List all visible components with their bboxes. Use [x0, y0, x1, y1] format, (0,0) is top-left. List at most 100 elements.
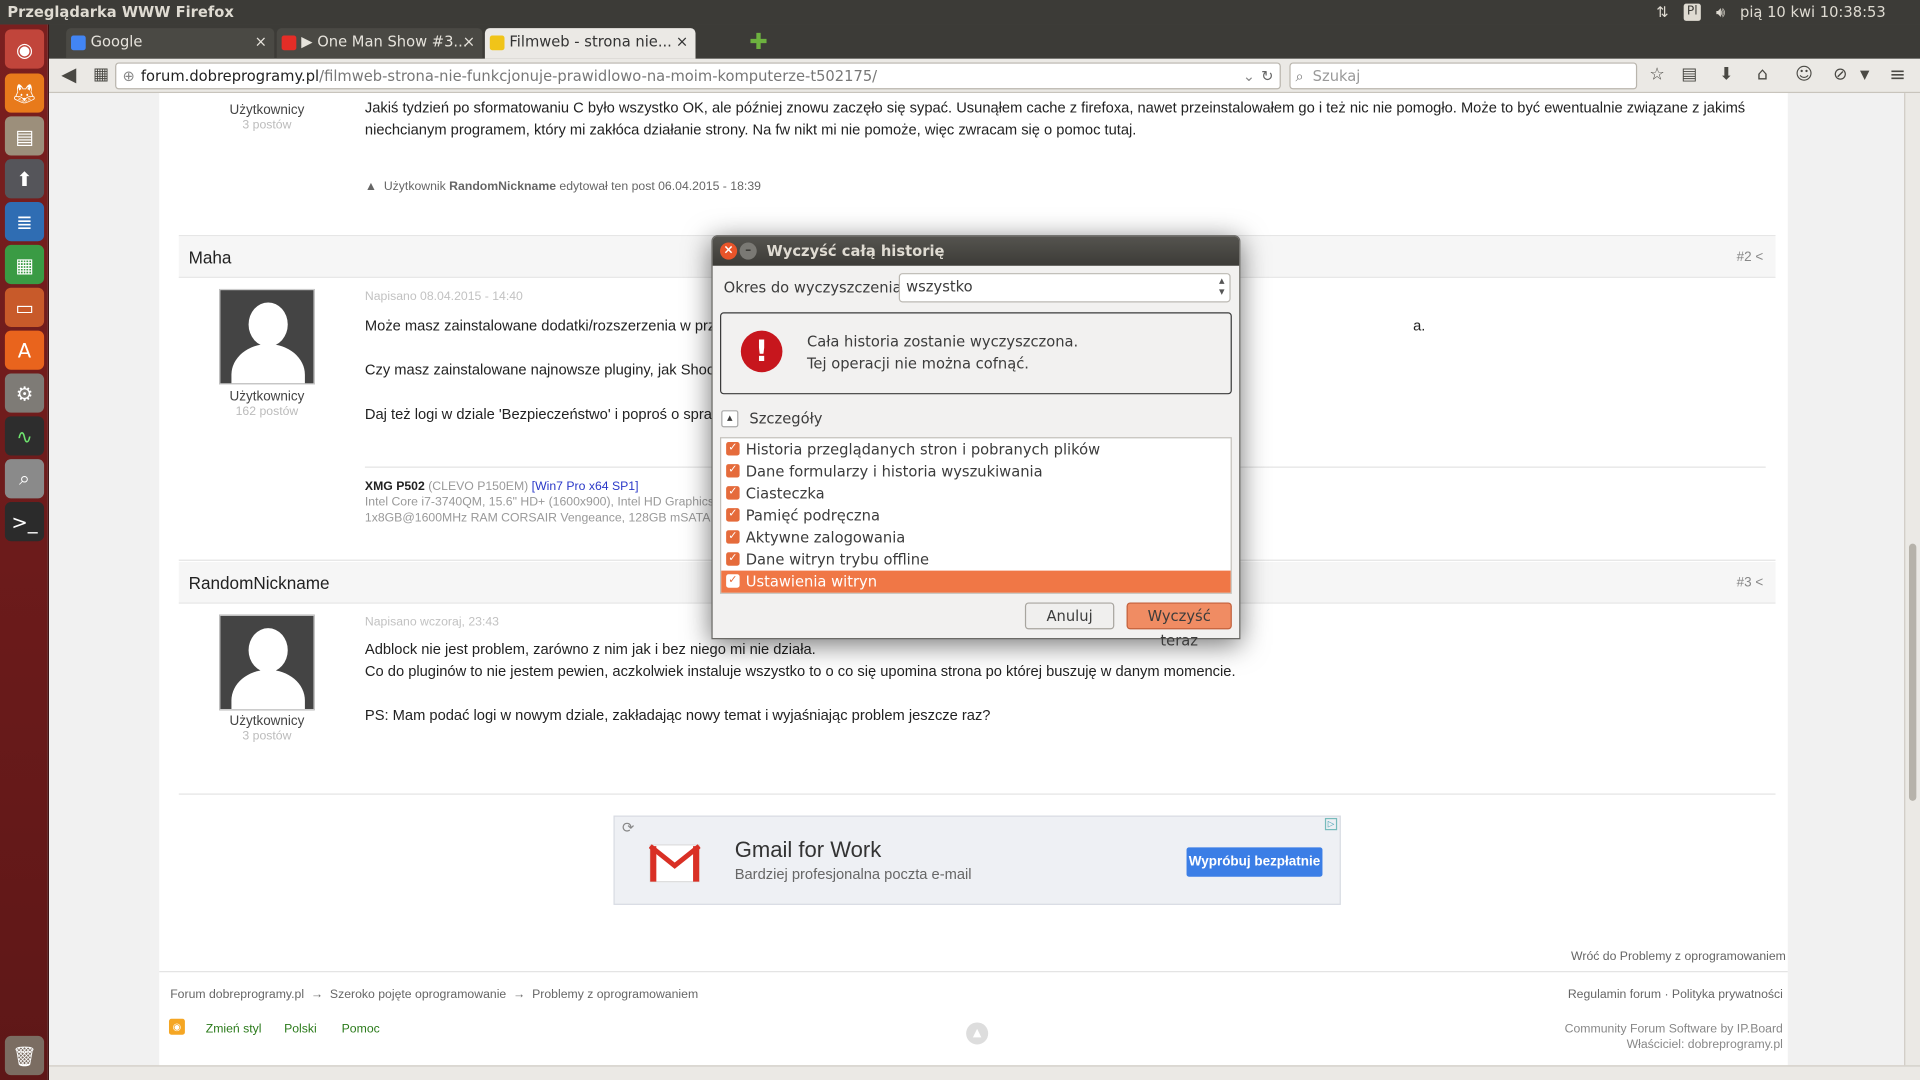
adblock-icon[interactable]: ⊘	[1833, 65, 1847, 85]
share-icon[interactable]: <	[1755, 250, 1763, 265]
vertical-scrollbar[interactable]	[1904, 93, 1920, 1066]
checkbox-active-logins[interactable]: ✓ Aktywne zalogowania	[721, 527, 1230, 549]
post-text: niechcianym programem, który mi zakłóca …	[364, 121, 1137, 139]
change-style-link[interactable]: Zmień styl	[206, 1022, 262, 1035]
footer-divider	[159, 971, 1788, 973]
firefox-icon[interactable]: 🦊︎	[4, 73, 45, 113]
refresh-icon[interactable]: ⟳	[622, 819, 634, 836]
search-tool-icon[interactable]: ⌕	[4, 459, 45, 499]
owner-credit: Właściciel: dobreprogramy.pl	[1626, 1038, 1783, 1052]
settings-icon[interactable]: ⚙	[4, 373, 45, 413]
adblock-dropdown-icon[interactable]: ▼	[1860, 69, 1869, 82]
checkbox-offline-data[interactable]: ✓ Dane witryn trybu offline	[721, 549, 1230, 571]
software-updater-icon[interactable]: ⬆	[4, 159, 45, 199]
post-author[interactable]: Maha	[189, 247, 232, 267]
checkbox-form-history[interactable]: ✓ Dane formularzy i historia wyszukiwania	[721, 460, 1230, 482]
calc-icon[interactable]: ▦	[4, 244, 45, 285]
back-to-forum-link[interactable]: Wróć do Problemy z oprogramowaniem	[1571, 950, 1786, 963]
post-text: Adblock nie jest problem, zarówno z nim …	[364, 640, 816, 658]
show-all-tabs-icon[interactable]: ▦	[93, 65, 109, 85]
tab-google[interactable]: Google ×	[66, 28, 275, 59]
tab-youtube[interactable]: ▶ One Man Show #3... ×	[276, 28, 483, 59]
checkbox-browsing-history[interactable]: ✓ Historia przeglądanych stron i pobranyc…	[721, 438, 1230, 460]
share-icon[interactable]: <	[1755, 576, 1763, 591]
tab-bar: Google × ▶ One Man Show #3... × Filmweb …	[48, 24, 1920, 59]
details-expander-icon[interactable]: ▴	[721, 410, 739, 428]
keyboard-layout-indicator[interactable]: Pl	[1683, 3, 1702, 21]
details-label[interactable]: Szczegóły	[749, 410, 822, 427]
site-identity-icon[interactable]: ⊕	[122, 64, 134, 88]
ad-cta-button[interactable]: Wypróbuj bezpłatnie	[1186, 847, 1323, 877]
checkbox-icon[interactable]: ✓	[726, 574, 740, 588]
checkbox-icon[interactable]: ✓	[726, 486, 740, 500]
period-select[interactable]: wszystko ▴ ▾	[898, 273, 1231, 303]
spin-arrows-icon: ▴ ▾	[1218, 275, 1225, 299]
post-first: Użytkownicy 3 postów Jakiś tydzień po sf…	[178, 93, 1776, 237]
checkbox-cache[interactable]: ✓ Pamięć podręczna	[721, 504, 1230, 526]
checkbox-icon[interactable]: ✓	[726, 508, 740, 522]
url-bar[interactable]: ⊕ forum.dobreprogramy.pl/filmweb-strona-…	[115, 62, 1281, 90]
menu-icon[interactable]: ≡	[1889, 62, 1905, 85]
reload-icon[interactable]: ↻	[1261, 64, 1273, 88]
avatar[interactable]	[219, 614, 315, 711]
error-icon: !	[740, 330, 783, 373]
rss-icon[interactable]: ◉	[168, 1018, 185, 1035]
software-credit[interactable]: Community Forum Software by IP.Board	[1565, 1022, 1783, 1035]
chat-icon[interactable]: ☺	[1795, 65, 1813, 85]
volume-icon[interactable]: 🔊︎	[1716, 0, 1725, 24]
clock[interactable]: pią 10 kwi 10:38:53	[1740, 0, 1886, 24]
search-field[interactable]: ⌕ Szukaj	[1289, 62, 1638, 90]
system-monitor-icon[interactable]: ∿	[4, 416, 45, 456]
checkbox-cookies[interactable]: ✓ Ciasteczka	[721, 482, 1230, 504]
language-link[interactable]: Polski	[284, 1022, 317, 1035]
post-text: Co do pluginów to nie jestem pewien, acz…	[364, 662, 1236, 680]
dialog-titlebar[interactable]: × – Wyczyść całą historię	[712, 236, 1240, 266]
new-tab-button[interactable]: ✚	[749, 29, 767, 55]
rules-links[interactable]: Regulamin forum · Polityka prywatności	[1568, 988, 1783, 1001]
download-icon[interactable]: ⬇	[1719, 65, 1733, 85]
scrollbar-thumb[interactable]	[1908, 543, 1917, 801]
post-count: 3 postów	[242, 729, 292, 744]
search-icon: ⌕	[1295, 67, 1304, 85]
checkbox-icon[interactable]: ✓	[726, 552, 740, 566]
gmail-ad-banner[interactable]: ⟳ ▷ Gmail for Work Bardziej profesjonaln…	[613, 815, 1341, 905]
post-author[interactable]: RandomNickname	[189, 573, 330, 593]
writer-icon[interactable]: ≣	[4, 202, 45, 242]
checkbox-icon[interactable]: ✓	[726, 530, 740, 544]
back-button-icon[interactable]: ◀	[61, 62, 76, 85]
network-icon[interactable]: ⇅	[1656, 0, 1668, 24]
gmail-logo-icon	[648, 844, 701, 883]
help-link[interactable]: Pomoc	[342, 1022, 380, 1035]
dash-icon[interactable]: ◉	[4, 29, 45, 69]
avatar[interactable]	[219, 288, 315, 385]
post-number[interactable]: #2 <	[1737, 236, 1764, 278]
close-icon[interactable]: ×	[720, 242, 738, 260]
tab-close-icon[interactable]: ×	[676, 33, 688, 50]
impress-icon[interactable]: ▭	[4, 287, 45, 327]
period-label: Okres do wyczyszczenia:	[723, 279, 907, 297]
clear-now-button[interactable]: Wyczyść teraz	[1126, 602, 1232, 649]
minimize-icon[interactable]: –	[739, 242, 757, 260]
reading-list-icon[interactable]: ▤	[1681, 65, 1697, 85]
files-icon[interactable]: ▤	[4, 116, 45, 156]
checkbox-icon[interactable]: ✓	[726, 442, 740, 456]
tab-close-icon[interactable]: ×	[255, 33, 267, 50]
cancel-button[interactable]: Anuluj	[1024, 602, 1115, 630]
user-role: Użytkownicy	[229, 389, 305, 405]
dropdown-arrow-icon[interactable]: ⌄	[1243, 64, 1255, 88]
terminal-icon[interactable]: >_	[4, 502, 45, 542]
tab-close-icon[interactable]: ×	[463, 33, 475, 50]
software-center-icon[interactable]: A	[4, 330, 45, 370]
post-number[interactable]: #3 <	[1737, 562, 1764, 604]
adchoices-icon[interactable]: ▷	[1324, 817, 1338, 831]
checkbox-site-preferences[interactable]: ✓ Ustawienia witryn	[721, 570, 1231, 593]
post-text: Jakiś tydzień po sformatowaniu C było ws…	[364, 99, 1746, 117]
home-icon[interactable]: ⌂	[1757, 65, 1768, 85]
scroll-to-top-icon[interactable]: ▲	[966, 1022, 989, 1045]
tab-filmweb-active[interactable]: Filmweb - strona nie... ×	[484, 28, 696, 59]
horizontal-scrollbar[interactable]	[48, 1065, 1920, 1080]
checkbox-icon[interactable]: ✓	[726, 464, 740, 478]
bookmark-star-icon[interactable]: ☆	[1649, 65, 1664, 85]
user-role: Użytkownicy	[229, 102, 305, 118]
trash-icon[interactable]: 🗑︎	[4, 1035, 45, 1076]
